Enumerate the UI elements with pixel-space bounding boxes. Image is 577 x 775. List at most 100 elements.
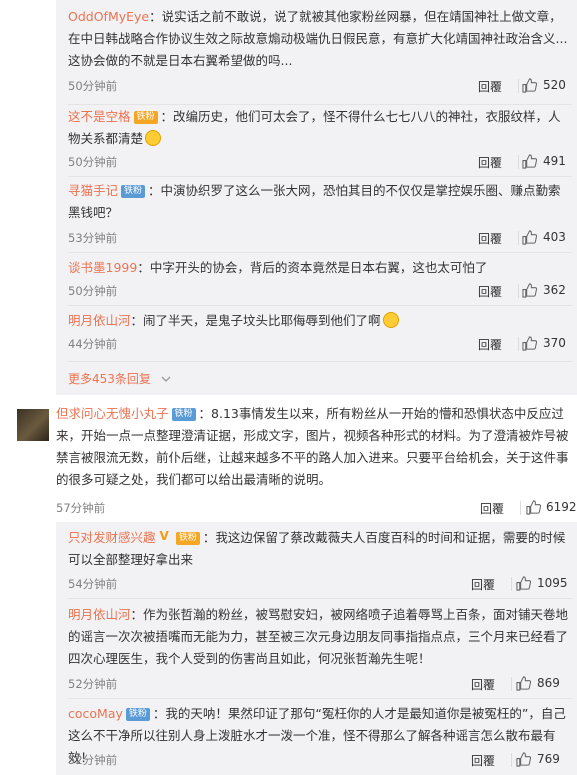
- divider: [518, 337, 519, 351]
- reply-meta-row: 52分钟前 回覆 769: [68, 752, 572, 768]
- reply-button[interactable]: 回覆: [478, 154, 502, 171]
- comment-time: 57分钟前: [56, 501, 106, 515]
- reply-item: 谈书墨1999：中字开头的协会，背后的资本竟然是日本右翼，这也太可怕了: [68, 257, 572, 279]
- reply-username[interactable]: cocoMay: [68, 706, 123, 721]
- thumbs-up-icon[interactable]: [516, 576, 531, 591]
- reply-username[interactable]: 明月依山河: [68, 607, 131, 622]
- reply-text-block: OddOfMyEye：说实话之前不敢说，说了就被其他家粉丝网暴，但在靖国神社上做…: [68, 9, 568, 68]
- reply-content: 作为张哲瀚的粉丝，被骂慰安妇，被网络喷子追着辱骂上百条，面对铺天卷地的谣言一次次…: [68, 607, 569, 666]
- reply-time: 52分钟前: [68, 677, 118, 691]
- reply-button[interactable]: 回覆: [471, 576, 495, 593]
- reply-time: 50分钟前: [68, 284, 118, 298]
- reply-button[interactable]: 回覆: [478, 336, 502, 353]
- row-divider: [68, 361, 572, 362]
- thumbs-up-icon[interactable]: [522, 78, 537, 93]
- more-replies-link[interactable]: 更多453条回复: [68, 370, 171, 387]
- emoji-icon: [145, 130, 162, 146]
- fan-badge: 铁粉: [133, 111, 158, 124]
- more-replies-label: 更多453条回复: [68, 372, 151, 386]
- row-divider: [68, 252, 572, 253]
- divider: [518, 79, 519, 93]
- reply-item: 这不是空格 铁粉 ：改编历史，他们可太会了，怪不得什么七七八八的神社，衣服纹样，人物…: [68, 106, 572, 150]
- reply-item: 明月依山河：闹了半天，是鬼子坟头比耶侮辱到他们了啊: [68, 310, 572, 332]
- chevron-down-icon: [161, 376, 171, 382]
- thumbs-up-icon[interactable]: [522, 230, 537, 245]
- reply-text-block: 谈书墨1999：中字开头的协会，背后的资本竟然是日本右翼，这也太可怕了: [68, 260, 488, 275]
- avatar[interactable]: [17, 409, 49, 441]
- reply-text-block: 这不是空格 铁粉 ：改编历史，他们可太会了，怪不得什么七七八八的神社，衣服纹样，人物…: [68, 109, 561, 146]
- reply-meta-row: 54分钟前 回覆 1095: [68, 576, 572, 592]
- reply-time: 50分钟前: [68, 79, 118, 93]
- thumbs-up-icon[interactable]: [522, 336, 537, 351]
- reply-time: 44分钟前: [68, 337, 118, 351]
- reply-meta-row: 50分钟前 回覆 362: [68, 283, 572, 299]
- divider: [511, 753, 512, 767]
- reply-text-block: 寻猫手记 铁粉 ：中演协织罗了这么一张大网，恐怕其目的不仅仅是掌控娱乐圈、赚点勤索黑…: [68, 183, 561, 220]
- emoji-icon: [382, 312, 399, 328]
- reply-time: 52分钟前: [68, 753, 118, 767]
- reply-meta-row: 53分钟前 回覆 403: [68, 230, 572, 246]
- reply-content: 闹了半天，是鬼子坟头比耶侮辱到他们了啊: [143, 313, 381, 328]
- like-count: 1095: [537, 576, 568, 590]
- divider: [518, 155, 519, 169]
- fan-badge: 铁粉: [121, 185, 146, 198]
- reply-meta-row: 50分钟前 回覆 491: [68, 154, 572, 170]
- reply-username[interactable]: 明月依山河: [68, 313, 131, 328]
- row-divider: [68, 598, 572, 599]
- reply-meta-row: 52分钟前 回覆 869: [68, 676, 572, 692]
- reply-content: 中字开头的协会，背后的资本竟然是日本右翼，这也太可怕了: [149, 260, 488, 275]
- verified-badge: V: [159, 529, 169, 543]
- reply-text-block: 明月依山河：闹了半天，是鬼子坟头比耶侮辱到他们了啊: [68, 310, 572, 332]
- thumbs-up-icon[interactable]: [516, 752, 531, 767]
- divider: [520, 501, 521, 515]
- thumbs-up-icon[interactable]: [526, 500, 541, 515]
- reply-button[interactable]: 回覆: [471, 752, 495, 769]
- reply-username[interactable]: 寻猫手记: [68, 183, 118, 198]
- reply-item: OddOfMyEye：说实话之前不敢说，说了就被其他家粉丝网暴，但在靖国神社上做…: [68, 6, 572, 72]
- comment-meta-row: 57分钟前 回覆 6192: [56, 500, 577, 516]
- thumbs-up-icon[interactable]: [522, 283, 537, 298]
- like-count: 520: [543, 78, 566, 92]
- like-count: 491: [543, 154, 566, 168]
- fan-badge: 铁粉: [175, 532, 200, 545]
- reply-username[interactable]: 只对发财感兴趣: [68, 530, 156, 545]
- divider: [518, 231, 519, 245]
- reply-text-block: 只对发财感兴趣 V 铁粉 ：我这边保留了蔡改戴薇夫人百度百科的时间和证据，需要的时候可…: [68, 529, 566, 568]
- reply-button[interactable]: 回覆: [478, 283, 502, 300]
- divider: [511, 577, 512, 591]
- like-count: 6192: [546, 500, 577, 514]
- reply-meta-row: 44分钟前 回覆 370: [68, 336, 572, 352]
- like-count: 769: [537, 752, 560, 766]
- reply-item: 只对发财感兴趣 V 铁粉 ：我这边保留了蔡改戴薇夫人百度百科的时间和证据，需要的时候可…: [68, 527, 572, 571]
- reply-username[interactable]: OddOfMyEye: [68, 9, 149, 24]
- divider: [511, 677, 512, 691]
- reply-time: 53分钟前: [68, 231, 118, 245]
- like-count: 403: [543, 230, 566, 244]
- reply-text-block: 明月依山河：作为张哲瀚的粉丝，被骂慰安妇，被网络喷子追着辱骂上百条，面对铺天卷地…: [68, 607, 569, 666]
- like-count: 362: [543, 283, 566, 297]
- row-divider: [68, 104, 572, 105]
- reply-item: 寻猫手记 铁粉 ：中演协织罗了这么一张大网，恐怕其目的不仅仅是掌控娱乐圈、赚点勤索黑…: [68, 180, 572, 224]
- row-divider: [68, 305, 572, 306]
- like-count: 370: [543, 336, 566, 350]
- reply-button[interactable]: 回覆: [471, 676, 495, 693]
- main-comment: 但求问心无愧小丸子 铁粉 ：8.13事情发生以来，所有粉丝从一开始的懵和恐惧状态中反…: [56, 403, 573, 491]
- reply-time: 54分钟前: [68, 577, 118, 591]
- row-divider: [68, 176, 572, 177]
- divider: [518, 284, 519, 298]
- fan-badge: 铁粉: [171, 408, 196, 421]
- reply-button[interactable]: 回覆: [478, 230, 502, 247]
- row-divider: [68, 698, 572, 699]
- like-count: 869: [537, 676, 560, 690]
- reply-button[interactable]: 回覆: [480, 500, 504, 517]
- thumbs-up-icon[interactable]: [522, 154, 537, 169]
- reply-username[interactable]: 这不是空格: [68, 109, 131, 124]
- reply-username[interactable]: 谈书墨1999: [68, 260, 137, 275]
- comment-username[interactable]: 但求问心无愧小丸子: [56, 406, 169, 421]
- fan-badge: 铁粉: [125, 708, 150, 721]
- reply-time: 50分钟前: [68, 155, 118, 169]
- comment-text-block: 但求问心无愧小丸子 铁粉 ：8.13事情发生以来，所有粉丝从一开始的懵和恐惧状态中反…: [56, 406, 569, 487]
- reply-meta-row: 50分钟前 回覆 520: [68, 78, 572, 94]
- reply-button[interactable]: 回覆: [478, 78, 502, 95]
- thumbs-up-icon[interactable]: [516, 676, 531, 691]
